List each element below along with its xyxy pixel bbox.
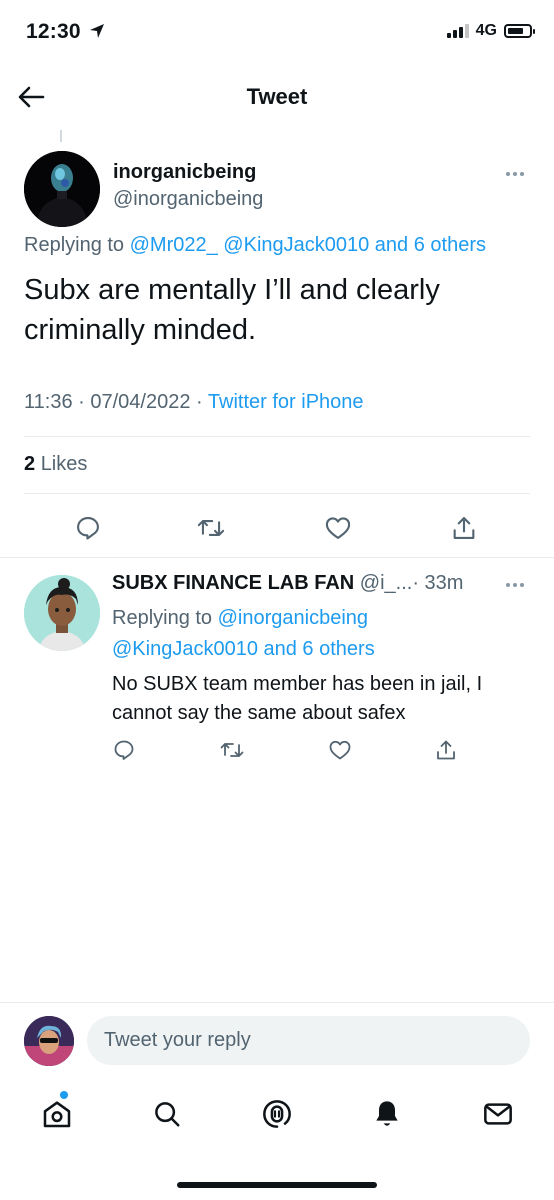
reply-icon (114, 740, 134, 760)
share-icon (453, 517, 475, 539)
retweet-button[interactable] (216, 734, 248, 766)
status-indicators: 4G (446, 22, 535, 40)
likes-count: 2 (24, 453, 36, 475)
home-notification-dot (60, 1091, 68, 1099)
retweet-button[interactable] (191, 510, 231, 546)
home-indicator (177, 1182, 377, 1188)
share-button[interactable] (444, 510, 484, 546)
nav-spaces[interactable] (255, 1092, 299, 1136)
retweet-icon (220, 743, 244, 757)
replying-to: Replying to @Mr022_ @KingJack0010 and 6 … (24, 234, 486, 257)
avatar-image (24, 575, 100, 651)
meta-separator: · (78, 391, 85, 413)
share-button[interactable] (430, 734, 462, 766)
reply-header: SUBX FINANCE LAB FAN @i_...· 33m (112, 572, 463, 595)
avatar[interactable] (24, 1016, 74, 1066)
nav-notifications[interactable] (365, 1092, 409, 1136)
avatar[interactable] (24, 575, 100, 651)
likes-label: Likes (40, 453, 88, 475)
like-icon (329, 740, 351, 760)
share-icon (437, 740, 455, 760)
tweet-meta: 11:36 · 07/04/2022 · Twitter for iPhone (24, 391, 364, 414)
replying-to: Replying to @inorganicbeing @KingJack001… (112, 603, 532, 665)
page-title: Tweet (246, 84, 308, 109)
meta-separator: · (196, 391, 203, 413)
more-icon (506, 172, 510, 176)
like-icon (325, 517, 351, 539)
retweet-icon (197, 520, 225, 536)
search-icon (155, 1102, 180, 1127)
reply-text: No SUBX team member has been in jail, I … (112, 673, 483, 724)
tweet-date: 07/04/2022 (90, 391, 191, 413)
replying-label: Replying to (24, 234, 125, 256)
battery-icon (504, 24, 535, 38)
tweet-source-link[interactable]: Twitter for iPhone (208, 391, 364, 413)
signal-icon (446, 24, 469, 38)
thread-connector (60, 130, 62, 142)
nav-messages[interactable] (476, 1092, 520, 1136)
tweet-time: 11:36 (24, 391, 73, 413)
home-icon (43, 1101, 71, 1128)
reply-button[interactable] (108, 734, 140, 766)
avatar[interactable] (24, 151, 100, 227)
replying-label: Replying to (112, 607, 213, 629)
more-button[interactable] (506, 172, 524, 176)
messages-icon (484, 1103, 512, 1125)
like-button[interactable] (318, 510, 358, 546)
replying-link-1[interactable]: @inorganicbeing (218, 607, 368, 629)
nav-home[interactable] (35, 1092, 79, 1136)
spaces-icon (263, 1100, 291, 1128)
reply-author-name[interactable]: SUBX FINANCE LAB FAN (112, 572, 354, 594)
like-button[interactable] (324, 734, 356, 766)
avatar-image (24, 1016, 74, 1066)
divider (0, 557, 554, 558)
more-icon (506, 583, 510, 587)
reply-author-handle[interactable]: @i_... (360, 572, 413, 594)
likes-stat[interactable]: 2 Likes (24, 453, 87, 476)
location-arrow-icon (89, 24, 104, 38)
reply-age: · 33m (412, 572, 464, 594)
reply-input[interactable]: Tweet your reply (87, 1016, 530, 1065)
divider (0, 1002, 554, 1003)
network-type: 4G (475, 22, 497, 39)
replying-link-2[interactable]: @KingJack0010 and 6 others (112, 638, 375, 660)
author-name[interactable]: inorganicbeing (113, 161, 256, 184)
more-button[interactable] (506, 583, 524, 587)
replying-links[interactable]: @Mr022_ @KingJack0010 and 6 others (130, 234, 486, 256)
reply-button[interactable] (68, 510, 108, 546)
status-time: 12:30 (26, 20, 105, 44)
reply-icon (77, 517, 99, 540)
nav-search[interactable] (145, 1092, 189, 1136)
divider (24, 493, 530, 494)
tweet-text: Subx are mentally I’ll and clearly crimi… (24, 274, 440, 346)
notifications-icon (376, 1101, 398, 1126)
divider (24, 436, 530, 437)
avatar-image (24, 151, 100, 227)
author-handle[interactable]: @inorganicbeing (113, 188, 263, 211)
